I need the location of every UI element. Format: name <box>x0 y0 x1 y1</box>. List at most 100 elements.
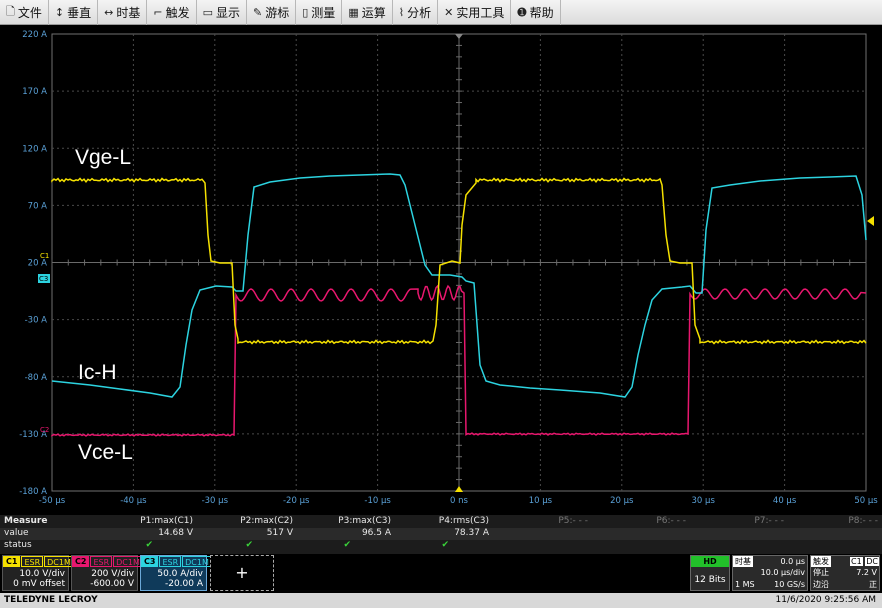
menu-trigger[interactable]: ⌐ 触发 <box>147 0 197 25</box>
menu-label: 垂直 <box>67 5 92 20</box>
tools-icon: ✕ <box>444 5 454 19</box>
channel-descriptor-c2[interactable]: C2 ESR DC1M 200 V/div -600.00 V <box>71 555 143 591</box>
trigger-mode: 停止 <box>813 568 829 577</box>
c2-ground-marker: C2 <box>40 426 49 434</box>
menu-file[interactable]: 🗋 文件 <box>0 0 49 25</box>
x-tick-label: 20 µs <box>610 496 634 506</box>
timebase-descriptor[interactable]: 时基 0.0 µs 10.0 µs/div 1 MS 10 GS/s <box>732 555 808 591</box>
x-tick-label: -30 µs <box>202 496 229 506</box>
menu-label: 游标 <box>265 5 290 20</box>
x-tick-label: -50 µs <box>39 496 66 506</box>
channel-flag-esr: ESR <box>159 556 182 567</box>
menu-label: 测量 <box>311 5 336 20</box>
menu-label: 运算 <box>361 5 386 20</box>
channel-flag-esr: ESR <box>21 556 44 567</box>
channel-scale: 200 V/div <box>91 569 134 579</box>
bit-depth: 12 Bits <box>694 575 726 585</box>
trigger-source: C1 <box>850 557 863 566</box>
measure-status-check-icon: ✔ <box>343 540 351 550</box>
trigger-type: 边沿 <box>813 580 829 589</box>
measure-param-value: 517 V <box>266 528 293 538</box>
menu-label: 触发 <box>165 5 190 20</box>
measure-param-name[interactable]: P7:- - - <box>754 516 784 526</box>
measure-param-name[interactable]: P6:- - - <box>656 516 686 526</box>
y-tick-label: 120 A <box>22 144 47 154</box>
channel-tag: C1 <box>3 556 21 567</box>
menu-tools[interactable]: ✕ 实用工具 <box>438 0 512 25</box>
menu-cursor[interactable]: ✎ 游标 <box>247 0 297 25</box>
channel-tag: C3 <box>141 556 159 567</box>
y-tick-label: -30 A <box>25 316 48 326</box>
trigger-time-marker <box>455 486 463 492</box>
label-ic: Ic-H <box>78 361 117 384</box>
vertical-icon: ↕ <box>54 5 65 19</box>
channel-scale: 50.0 A/div <box>157 569 203 579</box>
measure-param-name[interactable]: P4:rms(C3) <box>439 516 489 526</box>
measure-param-value: 96.5 A <box>361 528 391 538</box>
measure-status-check-icon: ✔ <box>245 540 253 550</box>
trigger-descriptor[interactable]: 触发 C1 DC 停止 7.2 V 边沿 正 <box>810 555 880 591</box>
channel-offset: -600.00 V <box>90 579 134 589</box>
cursor-icon: ✎ <box>253 5 263 19</box>
channel-flag-esr: ESR <box>90 556 113 567</box>
measure-param-name[interactable]: P2:max(C2) <box>240 516 293 526</box>
label-vce: Vce-L <box>78 441 133 464</box>
acquisition-resolution[interactable]: HD 12 Bits <box>690 555 730 591</box>
channel-flag-coupling: DC1M <box>113 556 143 567</box>
file-icon: 🗋 <box>6 4 15 18</box>
measure-param-name[interactable]: P1:max(C1) <box>140 516 193 526</box>
measure-param-name[interactable]: P5:- - - <box>558 516 588 526</box>
timebase-title: 时基 <box>733 556 753 567</box>
status-bar: TELEDYNE LECROY 11/6/2020 9:25:56 AM <box>0 593 882 608</box>
y-tick-label: 20 A <box>28 259 48 269</box>
trigger-level: 7.2 V <box>856 568 877 577</box>
x-tick-label: 40 µs <box>773 496 797 506</box>
analysis-icon: ⌇ <box>398 5 405 19</box>
channel-panel: C1 ESR DC1M 10.0 V/div 0 mV offset C2 ESR DC1M 2… <box>0 554 882 593</box>
channel-descriptor-c3[interactable]: C3 ESR DC1M 50.0 A/div -20.00 A <box>140 555 212 591</box>
timebase-icon: ↔ <box>104 5 114 19</box>
help-icon: ➊ <box>517 5 527 19</box>
menu-math[interactable]: ▦ 运算 <box>342 0 393 25</box>
measure-table: Measure P1:max(C1) P2:max(C2) P3:max(C3) P4… <box>0 515 882 554</box>
measure-param-value: 14.68 V <box>158 528 193 538</box>
add-channel-button[interactable]: + <box>210 555 274 591</box>
menu-label: 文件 <box>17 5 42 20</box>
measure-param-name[interactable]: P3:max(C3) <box>338 516 391 526</box>
y-tick-label: -80 A <box>25 373 48 383</box>
menu-timebase[interactable]: ↔ 时基 <box>98 0 148 25</box>
channel-flag-coupling: DC1M <box>182 556 212 567</box>
y-tick-label: 220 A <box>22 30 47 40</box>
y-tick-label: 70 A <box>28 201 48 211</box>
channel-descriptor-c1[interactable]: C1 ESR DC1M 10.0 V/div 0 mV offset <box>2 555 74 591</box>
menu-analysis[interactable]: ⌇ 分析 <box>393 0 439 25</box>
measure-status-label: status <box>4 540 32 550</box>
display-icon: ▭ <box>202 5 213 19</box>
timebase-memory: 1 MS <box>735 580 755 589</box>
menu-label: 分析 <box>407 5 432 20</box>
measure-status-check-icon: ✔ <box>145 540 153 550</box>
c3-ground-marker: C3 <box>39 275 48 283</box>
menu-label: 显示 <box>215 5 240 20</box>
timebase-per-div: 10.0 µs/div <box>760 568 805 577</box>
menu-help[interactable]: ➊ 帮助 <box>511 0 561 25</box>
c1-ground-marker: C1 <box>40 252 49 260</box>
x-tick-label: 50 µs <box>854 496 878 506</box>
channel-offset: 0 mV offset <box>13 579 65 589</box>
menu-display[interactable]: ▭ 显示 <box>197 0 247 25</box>
x-tick-label: 0 ns <box>450 496 468 506</box>
measure-param-name[interactable]: P8:- - - <box>848 516 878 526</box>
waveform-grid: 220 A170 A120 A70 A20 A-30 A-80 A-130 A-… <box>19 30 878 506</box>
brand-logo: TELEDYNE LECROY <box>4 595 98 605</box>
measure-title: Measure <box>4 516 48 526</box>
waveform-display[interactable]: 220 A 170 A 120 A 70 A 20 A -30 A -80 A -130 A-… <box>0 25 882 515</box>
menu-vertical[interactable]: ↕ 垂直 <box>49 0 99 25</box>
measure-status-check-icon: ✔ <box>441 540 449 550</box>
menu-label: 时基 <box>116 5 141 20</box>
y-tick-label: 170 A <box>22 87 47 97</box>
trigger-level-marker <box>867 216 874 226</box>
menu-measure[interactable]: ▯ 测量 <box>296 0 343 25</box>
measure-icon: ▯ <box>302 5 309 19</box>
hd-badge: HD <box>691 556 729 567</box>
menu-bar: 🗋 文件 ↕ 垂直 ↔ 时基 ⌐ 触发 ▭ 显示 ✎ 游标 ▯ 测量 ▦ 运算 ⌇ 分析 ✕ 实用工具 ➊ 帮助 <box>0 0 882 25</box>
